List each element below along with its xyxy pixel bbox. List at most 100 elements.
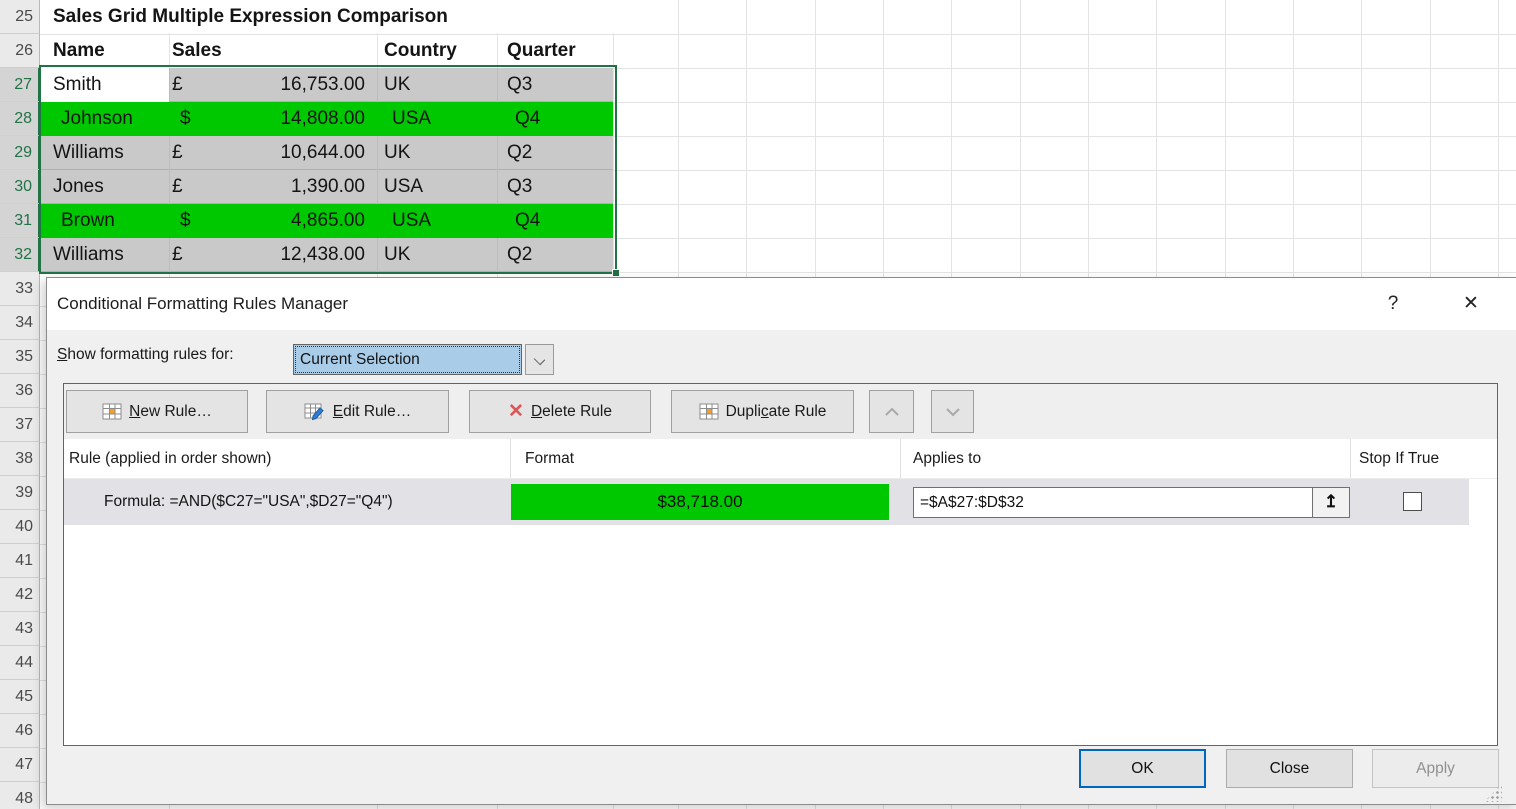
cell-currency[interactable]: £ <box>172 238 183 272</box>
column-header[interactable]: Country <box>384 34 457 67</box>
row-header[interactable]: 38 <box>0 442 40 476</box>
row-header[interactable]: 27 <box>0 68 40 102</box>
row-header[interactable]: 45 <box>0 680 40 714</box>
table-row[interactable]: Williams £12,438.00 UK Q2 <box>41 238 613 272</box>
new-rule-button[interactable]: New Rule… <box>66 390 248 433</box>
close-icon[interactable]: ✕ <box>1451 278 1491 330</box>
ok-button[interactable]: OK <box>1079 749 1206 788</box>
row-header[interactable]: 47 <box>0 748 40 782</box>
row-header[interactable]: 32 <box>0 238 40 272</box>
chevron-down-icon <box>945 407 961 417</box>
cell-quarter[interactable]: Q2 <box>507 136 532 170</box>
table-grid-icon <box>699 403 719 420</box>
cell-name[interactable]: Johnson <box>61 102 133 136</box>
stop-if-true-checkbox[interactable] <box>1403 492 1422 511</box>
column-header-rule: Rule (applied in order shown) <box>69 439 271 479</box>
table-row[interactable]: Johnson $14,808.00 USA Q4 <box>41 102 613 136</box>
row-header[interactable]: 35 <box>0 340 40 374</box>
column-header[interactable]: Quarter <box>507 34 576 67</box>
cell-separator <box>497 238 498 272</box>
move-rule-up-button[interactable] <box>869 390 914 433</box>
cell-amount[interactable]: 16,753.00 <box>280 68 365 102</box>
cell-amount[interactable]: 14,808.00 <box>280 102 365 136</box>
row-header[interactable]: 34 <box>0 306 40 340</box>
cell-amount[interactable]: 4,865.00 <box>291 204 365 238</box>
cell-name[interactable]: Smith <box>53 68 102 102</box>
row-header[interactable]: 37 <box>0 408 40 442</box>
row-header[interactable]: 46 <box>0 714 40 748</box>
cell-separator <box>377 68 378 102</box>
cell-currency[interactable]: £ <box>172 68 183 102</box>
row-header[interactable]: 33 <box>0 272 40 306</box>
table-row[interactable]: Brown $4,865.00 USA Q4 <box>41 204 613 238</box>
cell-country[interactable]: UK <box>384 238 410 272</box>
apply-button[interactable]: Apply <box>1372 749 1499 788</box>
row-header[interactable]: 44 <box>0 646 40 680</box>
row-header[interactable]: 40 <box>0 510 40 544</box>
row-header[interactable]: 29 <box>0 136 40 170</box>
cell-quarter[interactable]: Q4 <box>515 102 540 136</box>
cf-rules-manager-dialog: Conditional Formatting Rules Manager ? ✕… <box>46 277 1516 805</box>
range-picker-button[interactable]: ↥ <box>1312 487 1350 518</box>
header-separator <box>510 439 511 479</box>
applies-to-input[interactable] <box>913 487 1313 518</box>
cell-country[interactable]: UK <box>384 136 410 170</box>
row-header[interactable]: 41 <box>0 544 40 578</box>
table-row[interactable]: Williams £10,644.00 UK Q2 <box>41 136 613 170</box>
row-header[interactable]: 39 <box>0 476 40 510</box>
gridline <box>40 272 1516 273</box>
help-icon[interactable]: ? <box>1377 278 1409 330</box>
cell-country[interactable]: USA <box>392 102 431 136</box>
chevron-down-icon <box>534 354 545 365</box>
cell-currency[interactable]: £ <box>172 170 183 204</box>
rule-list-item[interactable]: Formula: =AND($C27="USA",$D27="Q4") $38,… <box>64 479 1469 525</box>
show-rules-selected-value[interactable]: Current Selection <box>293 344 522 375</box>
row-header[interactable]: 25 <box>0 0 40 34</box>
rule-format-preview: $38,718.00 <box>511 484 889 520</box>
cell-name[interactable]: Jones <box>53 170 104 204</box>
column-header-applies-to: Applies to <box>913 439 981 479</box>
rules-toolbar: New Rule… Edit Rule… ✕ Delete Rule <box>64 384 1497 439</box>
move-rule-down-button[interactable] <box>931 390 974 433</box>
column-header[interactable]: Name <box>53 34 105 67</box>
row-header[interactable]: 42 <box>0 578 40 612</box>
cell-amount[interactable]: 12,438.00 <box>280 238 365 272</box>
cell-country[interactable]: UK <box>384 68 410 102</box>
cell-currency[interactable]: $ <box>180 102 191 136</box>
cell-country[interactable]: USA <box>392 204 431 238</box>
row-header[interactable]: 48 <box>0 782 40 809</box>
header-separator <box>900 439 901 479</box>
row-header[interactable]: 36 <box>0 374 40 408</box>
table-row[interactable]: Smith £16,753.00 UK Q3 <box>41 68 613 102</box>
cell-country[interactable]: USA <box>384 170 423 204</box>
row-header[interactable]: 26 <box>0 34 40 68</box>
table-grid-pencil-icon <box>304 403 326 421</box>
cell-quarter[interactable]: Q3 <box>507 68 532 102</box>
cell-currency[interactable]: $ <box>180 204 191 238</box>
cell-currency[interactable]: £ <box>172 136 183 170</box>
duplicate-rule-button[interactable]: Duplicate Rule <box>671 390 854 433</box>
sheet-title-cell[interactable]: Sales Grid Multiple Expression Compariso… <box>41 0 614 33</box>
cell-name[interactable]: Williams <box>53 136 124 170</box>
cell-amount[interactable]: 1,390.00 <box>291 170 365 204</box>
close-button[interactable]: Close <box>1226 749 1353 788</box>
row-header[interactable]: 31 <box>0 204 40 238</box>
delete-rule-button[interactable]: ✕ Delete Rule <box>469 390 651 433</box>
cell-name[interactable]: Williams <box>53 238 124 272</box>
column-header[interactable]: Sales <box>172 34 222 67</box>
edit-rule-button[interactable]: Edit Rule… <box>266 390 449 433</box>
cell-quarter[interactable]: Q3 <box>507 170 532 204</box>
row-header[interactable]: 28 <box>0 102 40 136</box>
show-rules-label: Show formatting rules for: <box>57 346 234 364</box>
cell-quarter[interactable]: Q4 <box>515 204 540 238</box>
table-row[interactable]: Jones £1,390.00 USA Q3 <box>41 170 613 204</box>
cell-amount[interactable]: 10,644.00 <box>280 136 365 170</box>
cell-name[interactable]: Brown <box>61 204 115 238</box>
row-header[interactable]: 30 <box>0 170 40 204</box>
show-rules-combobox[interactable]: Current Selection <box>293 344 554 375</box>
cell-separator <box>497 68 498 102</box>
dialog-titlebar[interactable]: Conditional Formatting Rules Manager ? ✕ <box>47 278 1516 330</box>
row-header[interactable]: 43 <box>0 612 40 646</box>
combobox-dropdown-button[interactable] <box>525 344 554 375</box>
cell-quarter[interactable]: Q2 <box>507 238 532 272</box>
